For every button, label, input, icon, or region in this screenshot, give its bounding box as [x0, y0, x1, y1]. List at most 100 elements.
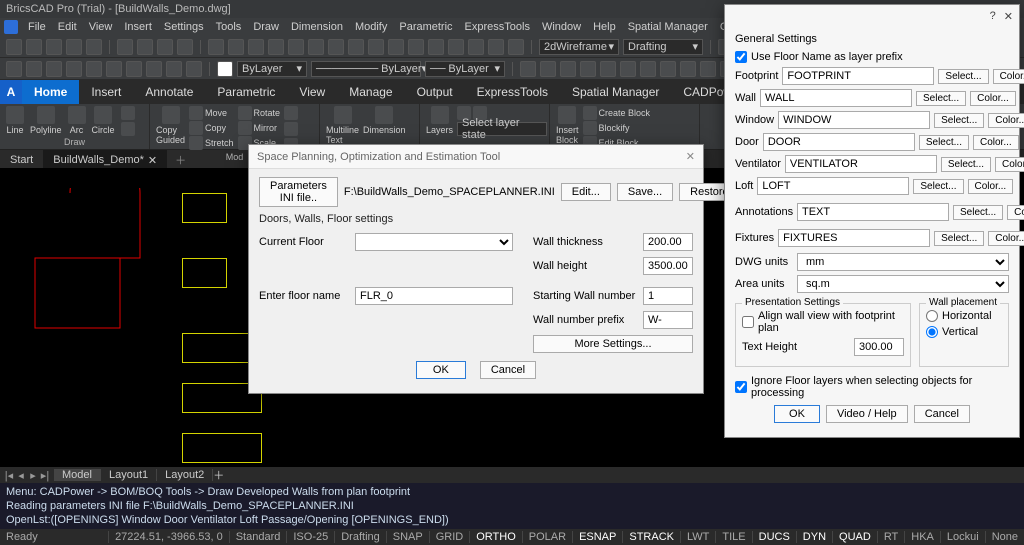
app-menu-button[interactable]: A [0, 80, 22, 104]
menu-help[interactable]: Help [587, 21, 622, 33]
menu-window[interactable]: Window [536, 21, 587, 33]
save-button[interactable]: Save... [617, 183, 673, 201]
tab-layout2[interactable]: Layout2 [157, 469, 213, 481]
color-button[interactable]: Color... [995, 157, 1024, 172]
tool-icon[interactable] [620, 61, 636, 77]
tab-insert[interactable]: Insert [79, 80, 133, 104]
insert-block-tool[interactable]: Insert Block [556, 106, 579, 145]
wall-thickness-input[interactable] [643, 233, 693, 251]
tool-icon[interactable] [508, 39, 524, 55]
status-ortho[interactable]: ORTHO [469, 531, 522, 543]
dimension-tool[interactable]: Dimension [363, 106, 406, 145]
select-button[interactable]: Select... [913, 179, 963, 194]
cancel-button[interactable]: Cancel [480, 361, 536, 379]
status-dyn[interactable]: DYN [796, 531, 832, 543]
tool-icon[interactable] [248, 39, 264, 55]
color-button[interactable]: Color... [973, 135, 1019, 150]
color-button[interactable]: Color... [988, 113, 1024, 128]
color-button[interactable]: Color... [1007, 205, 1024, 220]
tool-icon[interactable] [106, 61, 122, 77]
tab-layout1[interactable]: Layout1 [101, 469, 157, 481]
ok-button[interactable]: OK [416, 361, 466, 379]
layer-input-wall[interactable] [760, 89, 912, 107]
line-tool[interactable]: Line [6, 106, 24, 136]
cancel-button[interactable]: Cancel [914, 405, 970, 423]
tool-icon[interactable] [126, 61, 142, 77]
app-icon[interactable] [4, 20, 18, 34]
tool-icon[interactable] [86, 61, 102, 77]
status-polar[interactable]: POLAR [522, 531, 572, 543]
blockify-tool[interactable]: Blockify [583, 121, 651, 135]
tool-icon[interactable] [121, 122, 135, 136]
workspace-combo[interactable]: Drafting▾ [623, 39, 703, 55]
doc-tab-file[interactable]: BuildWalls_Demo*✕ [43, 150, 167, 170]
floor-name-input[interactable] [355, 287, 513, 305]
visualstyle-combo[interactable]: 2dWireframe▾ [539, 39, 619, 55]
select-button[interactable]: Select... [938, 69, 988, 84]
tool-icon[interactable] [580, 61, 596, 77]
select-button[interactable]: Select... [919, 135, 969, 150]
tool-icon[interactable] [228, 39, 244, 55]
tab-home[interactable]: Home [22, 80, 79, 104]
nav-prev-icon[interactable]: ◂ [16, 469, 26, 482]
tool-icon[interactable] [268, 39, 284, 55]
status-snap[interactable]: SNAP [386, 531, 429, 543]
tool-icon[interactable] [680, 61, 696, 77]
align-check[interactable]: Align wall view with footprint plan [742, 310, 904, 334]
move-tool[interactable]: Move [189, 106, 234, 120]
tool-icon[interactable] [284, 106, 298, 120]
ignore-floor-check[interactable]: Ignore Floor layers when selecting objec… [735, 375, 1009, 399]
tool-icon[interactable] [600, 61, 616, 77]
tool-icon[interactable] [488, 39, 504, 55]
copy-tool[interactable]: Copy [189, 121, 234, 135]
create-block-tool[interactable]: Create Block [583, 106, 651, 120]
tool-icon[interactable] [328, 39, 344, 55]
edit-button[interactable]: Edit... [561, 183, 611, 201]
tool-icon[interactable] [540, 61, 556, 77]
linetype-combo[interactable]: ──────── ByLayer▾ [311, 61, 421, 77]
select-button[interactable]: Select... [953, 205, 1003, 220]
status-ducs[interactable]: DUCS [752, 531, 796, 543]
nav-first-icon[interactable]: |◂ [4, 469, 14, 482]
select-button[interactable]: Select... [916, 91, 966, 106]
tool-icon[interactable] [186, 61, 202, 77]
close-icon[interactable]: ✕ [686, 150, 695, 163]
current-floor-select[interactable] [355, 233, 513, 251]
tool-icon[interactable] [117, 39, 133, 55]
tool-icon[interactable] [26, 61, 42, 77]
doc-tab-start[interactable]: Start [0, 150, 43, 170]
vertical-radio[interactable]: Vertical [926, 326, 1002, 338]
tool-icon[interactable] [560, 61, 576, 77]
menu-dimension[interactable]: Dimension [285, 21, 349, 33]
copy-guided-tool[interactable]: Copy Guided [156, 106, 185, 145]
status-item[interactable]: Drafting [334, 531, 386, 543]
tool-icon[interactable] [86, 39, 102, 55]
tool-icon[interactable] [208, 39, 224, 55]
params-ini-button[interactable]: Parameters INI file.. [259, 177, 338, 207]
tool-icon[interactable] [408, 39, 424, 55]
tool-icon[interactable] [166, 61, 182, 77]
menu-view[interactable]: View [83, 21, 119, 33]
layer-input-door[interactable] [763, 133, 915, 151]
tool-icon[interactable] [368, 39, 384, 55]
tool-icon[interactable] [520, 61, 536, 77]
layers-tool[interactable]: Layers [426, 106, 453, 135]
status-tile[interactable]: TILE [715, 531, 751, 543]
layer-input-annotations[interactable] [797, 203, 949, 221]
start-wall-num-input[interactable] [643, 287, 693, 305]
layer-input-ventilator[interactable] [785, 155, 937, 173]
close-icon[interactable]: ✕ [1004, 10, 1013, 23]
tool-icon[interactable] [388, 39, 404, 55]
nav-next-icon[interactable]: ▸ [28, 469, 38, 482]
tool-icon[interactable] [468, 39, 484, 55]
tab-model[interactable]: Model [54, 469, 101, 481]
color-button[interactable]: Color... [968, 179, 1014, 194]
color-button[interactable]: Color... [988, 231, 1024, 246]
menu-draw[interactable]: Draw [247, 21, 285, 33]
tab-spatial[interactable]: Spatial Manager [560, 80, 671, 104]
tool-icon[interactable] [121, 106, 135, 120]
tab-view[interactable]: View [287, 80, 337, 104]
menu-modify[interactable]: Modify [349, 21, 393, 33]
status-esnap[interactable]: ESNAP [572, 531, 622, 543]
stretch-tool[interactable]: Stretch [189, 136, 234, 150]
